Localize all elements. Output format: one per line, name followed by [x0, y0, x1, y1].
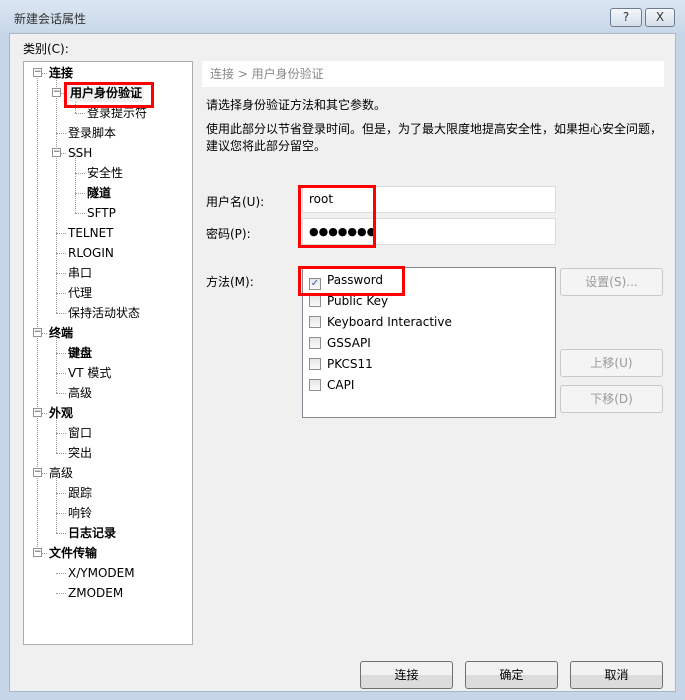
- help-button[interactable]: ?: [610, 8, 642, 27]
- method-item[interactable]: ✓ Password: [309, 271, 384, 290]
- tree-guide-line: [56, 593, 66, 594]
- note-line-1: 使用此部分以节省登录时间。但是，为了最大限度地提高安全性，如果担心安全问题，: [206, 122, 663, 136]
- tree-guide-line: [56, 273, 66, 274]
- checkbox-unchecked[interactable]: [309, 337, 321, 349]
- tree-guide-line: [75, 153, 76, 213]
- tree-item[interactable]: ZMODEM: [68, 584, 123, 602]
- checkbox-unchecked[interactable]: [309, 379, 321, 391]
- tree-guide-line: [56, 333, 57, 393]
- username-label: 用户名(U):: [206, 195, 265, 209]
- tree-guide-line: [56, 573, 66, 574]
- tree-item[interactable]: 安全性: [87, 164, 123, 182]
- window-title: 新建会话属性: [14, 12, 87, 26]
- tree-guide-line: [56, 293, 66, 294]
- settings-button[interactable]: 设置(S)...: [560, 268, 663, 296]
- method-item[interactable]: GSSAPI: [309, 334, 371, 352]
- collapse-icon[interactable]: −: [33, 548, 42, 557]
- tree-item[interactable]: 终端: [49, 324, 73, 342]
- method-label: Password: [327, 273, 384, 287]
- tree-item[interactable]: 代理: [68, 284, 92, 302]
- tree-guide-line: [37, 73, 38, 553]
- tree-guide-line: [56, 473, 57, 533]
- tree-guide-line: [56, 353, 66, 354]
- password-label: 密码(P):: [206, 227, 251, 241]
- collapse-icon[interactable]: −: [33, 328, 42, 337]
- tree-item[interactable]: 响铃: [68, 504, 92, 522]
- tree-guide-line: [56, 233, 66, 234]
- tree-item[interactable]: 登录脚本: [68, 124, 116, 142]
- tree-item[interactable]: 保持活动状态: [68, 304, 140, 322]
- tree-item[interactable]: 连接: [49, 64, 73, 82]
- tree-guide-line: [56, 373, 66, 374]
- tree-guide-line: [56, 493, 66, 494]
- method-label: Public Key: [327, 294, 389, 308]
- ok-button[interactable]: 确定: [465, 661, 558, 689]
- cancel-button[interactable]: 取消: [570, 661, 663, 689]
- method-label: PKCS11: [327, 357, 373, 371]
- tree-guide-line: [56, 313, 66, 314]
- collapse-icon[interactable]: −: [33, 68, 42, 77]
- tree-item[interactable]: 文件传输: [49, 544, 97, 562]
- move-down-button[interactable]: 下移(D): [560, 385, 663, 413]
- collapse-icon[interactable]: −: [33, 408, 42, 417]
- checkbox-unchecked[interactable]: [309, 358, 321, 370]
- tree-item[interactable]: 跟踪: [68, 484, 92, 502]
- password-input[interactable]: ●●●●●●●: [302, 218, 556, 245]
- method-label: GSSAPI: [327, 336, 371, 350]
- tree-guide-line: [75, 193, 85, 194]
- tree-item[interactable]: 用户身份验证: [68, 84, 145, 102]
- tree-guide-line: [56, 533, 66, 534]
- method-item[interactable]: Keyboard Interactive: [309, 313, 452, 331]
- tree-item[interactable]: 外观: [49, 404, 73, 422]
- tree-item[interactable]: 键盘: [68, 344, 92, 362]
- method-list[interactable]: ✓ Password Public Key Keyboard Interactive G…: [302, 267, 556, 418]
- tree-item[interactable]: 串口: [68, 264, 92, 282]
- method-label: 方法(M):: [206, 275, 254, 289]
- close-button[interactable]: X: [645, 8, 675, 27]
- move-up-button[interactable]: 上移(U): [560, 349, 663, 377]
- tree-item[interactable]: 窗口: [68, 424, 92, 442]
- checkbox-checked[interactable]: ✓: [309, 278, 321, 290]
- method-item[interactable]: PKCS11: [309, 355, 373, 373]
- connect-button[interactable]: 连接: [360, 661, 453, 689]
- tree-guide-line: [56, 513, 66, 514]
- checkbox-unchecked[interactable]: [309, 316, 321, 328]
- tree-item[interactable]: SSH: [68, 144, 92, 162]
- tree-guide-line: [75, 113, 85, 114]
- tree-guide-line: [56, 133, 66, 134]
- method-label: CAPI: [327, 378, 355, 392]
- category-tree[interactable]: − 连接 − 用户身份验证 登录提示符 登录脚本 − SSH 安全性 隧道 SFTP TELNET RL…: [23, 61, 193, 645]
- method-label: Keyboard Interactive: [327, 315, 452, 329]
- tree-item[interactable]: 登录提示符: [87, 104, 147, 122]
- tree-item[interactable]: 突出: [68, 444, 92, 462]
- tree-item[interactable]: 日志记录: [68, 524, 116, 542]
- tree-item[interactable]: 高级: [49, 464, 73, 482]
- tree-guide-line: [56, 453, 66, 454]
- tree-item[interactable]: VT 模式: [68, 364, 111, 382]
- tree-guide-line: [56, 253, 66, 254]
- method-item[interactable]: CAPI: [309, 376, 354, 394]
- checkbox-unchecked[interactable]: [309, 295, 321, 307]
- tree-guide-line: [56, 433, 66, 434]
- title-bar: [0, 0, 685, 32]
- category-label: 类别(C):: [23, 42, 69, 56]
- tree-guide-line: [75, 173, 85, 174]
- tree-item[interactable]: 高级: [68, 384, 92, 402]
- breadcrumb: 连接 > 用户身份验证: [202, 61, 664, 87]
- collapse-icon[interactable]: −: [52, 148, 61, 157]
- tree-item[interactable]: X/YMODEM: [68, 564, 135, 582]
- tree-item[interactable]: TELNET: [68, 224, 114, 242]
- intro-text: 请选择身份验证方法和其它参数。: [206, 98, 387, 112]
- tree-item[interactable]: RLOGIN: [68, 244, 114, 262]
- tree-item[interactable]: SFTP: [87, 204, 116, 222]
- method-item[interactable]: Public Key: [309, 292, 388, 310]
- username-input[interactable]: root: [302, 186, 556, 213]
- tree-guide-line: [75, 213, 85, 214]
- tree-guide-line: [56, 393, 66, 394]
- collapse-icon[interactable]: −: [52, 88, 61, 97]
- tree-guide-line: [56, 73, 57, 313]
- note-line-2: 建议您将此部分留空。: [206, 139, 327, 153]
- collapse-icon[interactable]: −: [33, 468, 42, 477]
- tree-item[interactable]: 隧道: [87, 184, 111, 202]
